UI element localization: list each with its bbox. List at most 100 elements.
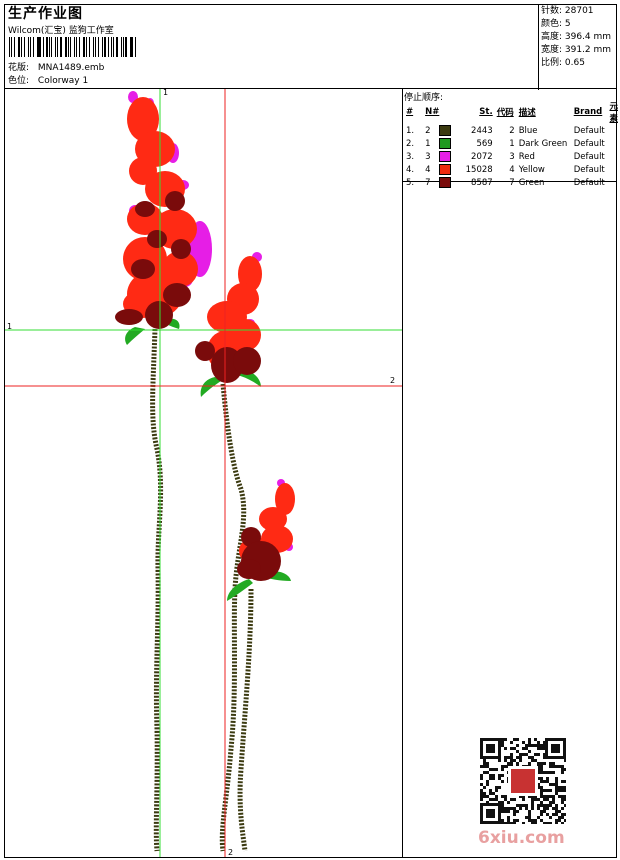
qr-module xyxy=(549,822,552,824)
qr-module xyxy=(516,750,519,753)
qr-module xyxy=(555,789,558,792)
row-code: 3 xyxy=(509,151,515,162)
qr-module xyxy=(543,795,546,798)
qr-module xyxy=(531,744,534,747)
row-index: 5. xyxy=(406,177,415,188)
barcode xyxy=(9,37,139,57)
color-table-header: # N# St. 代码 描述 Brand 元素 xyxy=(404,100,620,124)
row-stitches: 2072 xyxy=(471,151,493,162)
barcode-bar xyxy=(70,37,72,57)
qr-module xyxy=(549,789,552,792)
qr-module xyxy=(549,765,552,768)
qr-module xyxy=(528,750,531,753)
barcode-bar xyxy=(60,37,63,57)
qr-module xyxy=(537,744,540,747)
stem-right xyxy=(237,588,254,852)
qr-module xyxy=(558,819,561,822)
qr-module xyxy=(543,807,546,810)
qr-module xyxy=(540,813,543,816)
qr-module xyxy=(540,795,543,798)
qr-module xyxy=(513,798,516,801)
row-code: 2 xyxy=(509,125,515,136)
qr-module xyxy=(519,756,522,759)
qr-module xyxy=(501,795,504,798)
barcode-bar xyxy=(65,37,67,57)
qr-module xyxy=(543,762,546,765)
barcode-bar xyxy=(46,37,48,57)
qr-module xyxy=(486,744,495,753)
qr-module xyxy=(525,747,528,750)
barcode-bar xyxy=(107,37,109,57)
qr-module xyxy=(480,765,483,768)
row-needle: 7 xyxy=(423,176,456,189)
barcode-bar xyxy=(101,37,103,57)
qr-module xyxy=(555,780,558,783)
qr-module xyxy=(540,771,543,774)
qr-module xyxy=(513,759,516,762)
qr-module xyxy=(528,744,531,747)
stem-left xyxy=(150,328,164,852)
qr-module xyxy=(552,801,555,804)
barcode-bar xyxy=(33,37,34,57)
qr-module xyxy=(537,804,540,807)
row-brand: Default xyxy=(573,138,605,149)
row-stitches: 15028 xyxy=(465,164,493,175)
barcode-bar xyxy=(38,37,41,57)
barcode-bar xyxy=(135,37,137,57)
qr-module xyxy=(540,777,543,780)
qr-module xyxy=(507,822,510,824)
qr-module xyxy=(483,762,486,765)
qr-module xyxy=(531,804,534,807)
color-swatch xyxy=(439,125,452,136)
barcode-bar xyxy=(89,37,91,57)
row-brand: Default xyxy=(573,125,605,136)
qr-module xyxy=(501,819,504,822)
qr-module xyxy=(555,819,558,822)
col-element: 元素 xyxy=(609,102,618,124)
row-desc: Green xyxy=(518,177,545,188)
qr-module xyxy=(504,756,507,759)
qr-module xyxy=(492,798,495,801)
qr-module xyxy=(513,813,516,816)
qr-module xyxy=(561,822,564,824)
qr-module xyxy=(546,807,549,810)
barcode-bar xyxy=(125,37,127,57)
qr-module xyxy=(480,789,483,792)
qr-module xyxy=(534,744,537,747)
qr-module xyxy=(486,780,489,783)
qr-module xyxy=(549,762,552,765)
qr-module xyxy=(507,801,510,804)
qr-module xyxy=(546,804,549,807)
qr-module xyxy=(498,777,501,780)
qr-module xyxy=(504,759,507,762)
barcode-bar xyxy=(93,37,94,57)
qr-module xyxy=(486,783,489,786)
qr-module xyxy=(519,759,522,762)
qr-module xyxy=(540,780,543,783)
qr-module xyxy=(495,786,498,789)
qr-module xyxy=(561,798,564,801)
company-name: Wilcom(汇宝) 监狗工作室 xyxy=(8,26,114,36)
qr-module xyxy=(552,762,555,765)
qr-module xyxy=(540,786,543,789)
qr-module xyxy=(507,816,510,819)
qr-module xyxy=(528,741,531,744)
qr-module xyxy=(531,807,534,810)
colorway-info: 色位: Colorway 1 xyxy=(8,75,88,87)
qr-module xyxy=(561,813,564,816)
qr-module xyxy=(537,807,540,810)
qr-module xyxy=(549,795,552,798)
qr-module xyxy=(537,753,540,756)
qr-module xyxy=(558,810,561,813)
qr-module xyxy=(552,813,555,816)
qr-module xyxy=(504,795,507,798)
qr-module xyxy=(522,804,525,807)
color-count: 颜色: 5 xyxy=(541,19,571,29)
qr-module xyxy=(555,813,558,816)
qr-module xyxy=(489,768,492,771)
qr-module xyxy=(561,771,564,774)
pattern-label: 花版: xyxy=(8,63,30,73)
qr-module xyxy=(561,786,564,789)
qr-module xyxy=(516,738,519,741)
barcode-bar xyxy=(51,37,53,57)
